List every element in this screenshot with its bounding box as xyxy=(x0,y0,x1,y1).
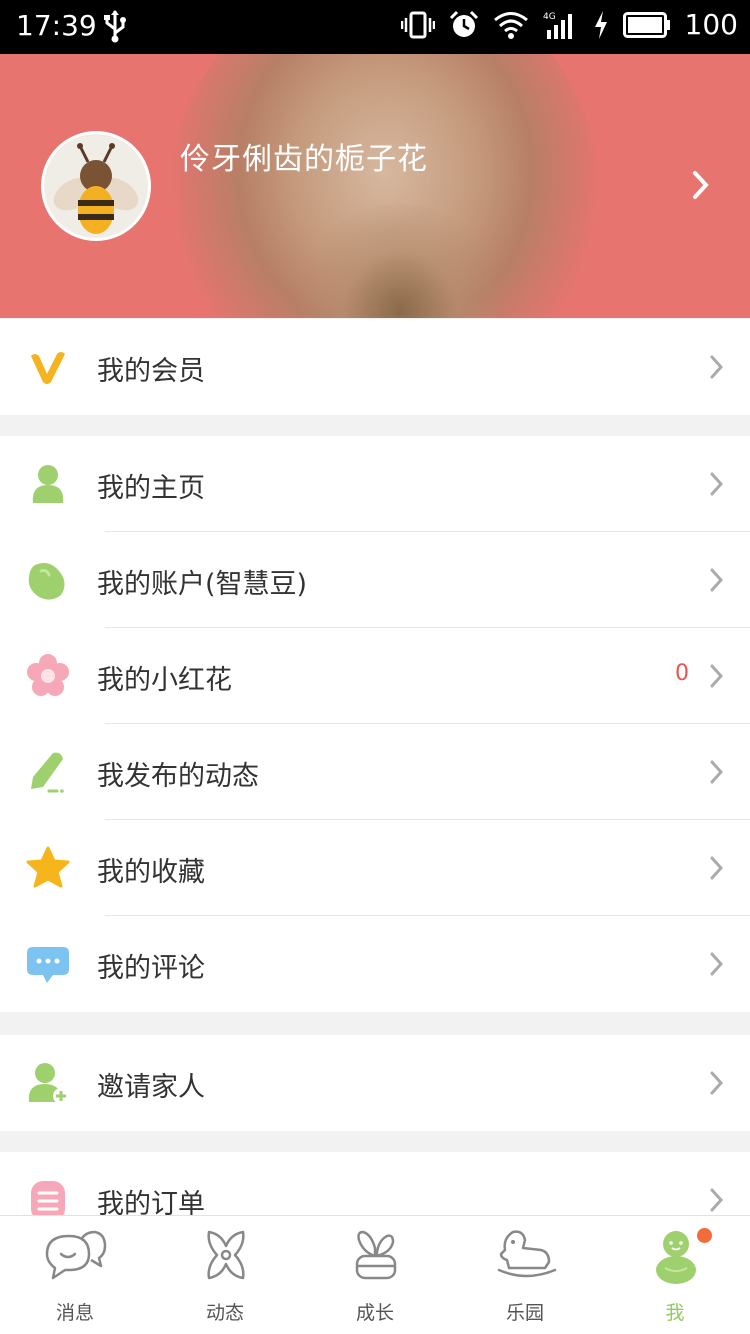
tab-feed[interactable]: 动态 xyxy=(150,1216,300,1334)
menu-item-posts[interactable]: 我发布的动态 xyxy=(0,724,750,820)
chevron-right-icon xyxy=(710,355,724,379)
chevron-right-icon xyxy=(710,952,724,976)
tab-label: 消息 xyxy=(55,1302,94,1324)
tab-me[interactable]: 我 xyxy=(600,1216,750,1334)
bottom-tab-bar: 消息 动态 成长 乐园 我 xyxy=(0,1215,750,1334)
chevron-right-icon xyxy=(710,1071,724,1095)
svg-text:4G: 4G xyxy=(543,12,556,22)
profile-header[interactable]: 伶牙俐齿的栀子花 xyxy=(0,54,750,318)
charging-icon xyxy=(594,10,607,39)
menu-item-favorites[interactable]: 我的收藏 xyxy=(0,820,750,916)
comment-bubble-icon xyxy=(27,947,69,983)
tab-label: 成长 xyxy=(355,1302,394,1324)
chevron-right-icon xyxy=(710,1188,724,1212)
battery-level: 100 xyxy=(684,8,738,41)
menu-group-main: 我的主页 我的账户(智慧豆) 我的小红花 0 我发布的动态 我的收藏 我的评论 xyxy=(0,436,750,1012)
menu-label: 我的会员 xyxy=(97,356,205,387)
chat-bubbles-icon xyxy=(45,1230,107,1280)
tab-messages[interactable]: 消息 xyxy=(0,1216,150,1334)
menu-label: 我的账户(智慧豆) xyxy=(97,569,308,600)
menu-item-comments[interactable]: 我的评论 xyxy=(0,916,750,1012)
menu-item-account[interactable]: 我的账户(智慧豆) xyxy=(0,532,750,628)
menu-item-flowers[interactable]: 我的小红花 0 xyxy=(0,628,750,724)
chevron-right-icon[interactable] xyxy=(692,170,710,200)
chevron-right-icon xyxy=(710,760,724,784)
star-icon xyxy=(26,846,70,888)
person-icon xyxy=(32,465,64,503)
chevron-right-icon xyxy=(710,568,724,592)
menu-item-invite[interactable]: 邀请家人 xyxy=(0,1035,750,1131)
bean-icon xyxy=(28,563,65,600)
add-person-icon xyxy=(28,1063,69,1104)
wifi-icon xyxy=(493,11,528,39)
signal-4g-icon: 4G xyxy=(543,12,572,39)
menu-item-homepage[interactable]: 我的主页 xyxy=(0,436,750,532)
tab-label: 动态 xyxy=(205,1302,244,1324)
vip-v-icon xyxy=(31,352,65,384)
menu-label: 我发布的动态 xyxy=(97,761,259,792)
menu-label: 我的主页 xyxy=(97,473,205,504)
menu-label: 我的评论 xyxy=(97,953,205,984)
chevron-right-icon xyxy=(710,472,724,496)
avatar[interactable] xyxy=(41,131,151,241)
chevron-right-icon xyxy=(710,856,724,880)
battery-icon xyxy=(622,11,670,38)
flower-count: 0 xyxy=(675,661,689,686)
tab-label: 我 xyxy=(665,1302,685,1324)
menu-item-membership[interactable]: 我的会员 xyxy=(0,319,750,415)
pencil-icon xyxy=(31,752,64,793)
notification-dot xyxy=(697,1228,712,1243)
menu-label: 邀请家人 xyxy=(97,1072,205,1103)
alarm-icon xyxy=(449,10,478,37)
menu-label: 我的收藏 xyxy=(97,857,205,888)
menu-group-membership: 我的会员 xyxy=(0,319,750,415)
bee-avatar-icon xyxy=(53,143,139,234)
chevron-right-icon xyxy=(710,664,724,688)
tab-growth[interactable]: 成长 xyxy=(300,1216,450,1334)
tab-label: 乐园 xyxy=(505,1302,544,1324)
menu-group-invite: 邀请家人 xyxy=(0,1035,750,1131)
status-time: 17:39 xyxy=(16,9,97,42)
plant-pot-icon xyxy=(355,1230,397,1280)
vibrate-icon xyxy=(400,11,435,38)
usb-icon xyxy=(104,10,126,43)
username[interactable]: 伶牙俐齿的栀子花 xyxy=(180,134,428,178)
pinwheel-icon xyxy=(207,1230,245,1280)
flower-icon xyxy=(27,654,69,696)
rocking-horse-icon xyxy=(497,1230,557,1278)
menu-label: 我的小红花 xyxy=(97,665,232,696)
tab-playground[interactable]: 乐园 xyxy=(450,1216,600,1334)
status-bar: 17:39 4G 100 xyxy=(0,0,750,54)
